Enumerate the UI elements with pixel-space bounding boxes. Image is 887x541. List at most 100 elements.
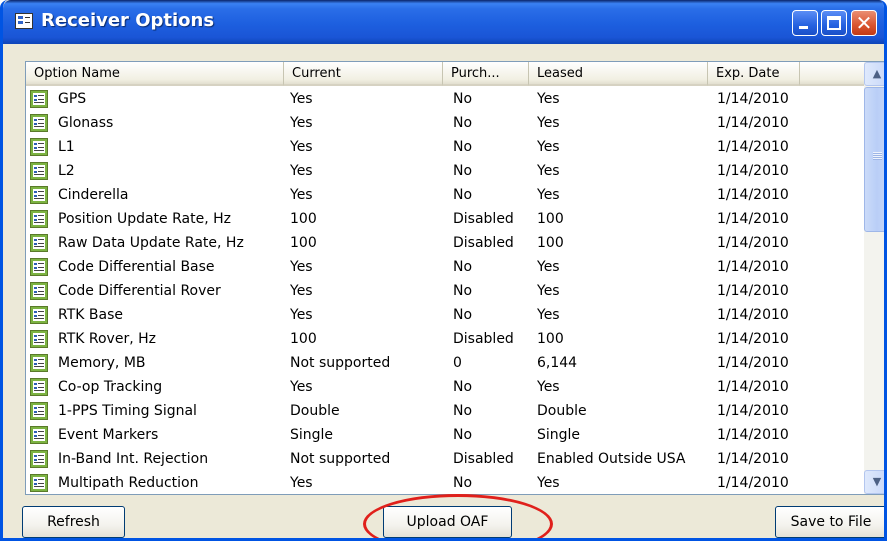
purchased-cell: Disabled [453,331,514,347]
current-cell: Not supported [290,355,391,371]
close-button[interactable]: ✕ [851,10,877,36]
table-row[interactable]: RTK Rover, Hz 100 Disabled 100 1/14/2010 [26,327,866,351]
refresh-button[interactable]: Refresh [22,506,125,538]
chevron-up-icon: ▲ [872,67,882,80]
option-icon [30,234,48,252]
current-cell: Yes [290,475,313,491]
leased-cell: Yes [537,307,560,323]
maximize-button[interactable] [821,10,847,36]
option-name-cell: Code Differential Rover [58,283,221,299]
exp-date-cell: 1/14/2010 [717,403,789,419]
current-cell: Yes [290,379,313,395]
save-to-file-button[interactable]: Save to File [775,506,884,538]
current-cell: 100 [290,211,317,227]
option-name-cell: Multipath Reduction [58,475,199,491]
highlight-circle [363,494,553,538]
leased-cell: Yes [537,187,560,203]
leased-cell: Yes [537,475,560,491]
purchased-cell: No [453,403,473,419]
exp-date-cell: 1/14/2010 [717,139,789,155]
window-title: Receiver Options [41,10,215,31]
exp-date-cell: 1/14/2010 [717,187,789,203]
table-row[interactable]: 1-PPS Timing Signal Double No Double 1/14/20… [26,399,866,423]
column-header-current[interactable]: Current [284,62,443,86]
table-row[interactable]: Multipath Reduction Yes No Yes 1/14/2010 [26,471,866,494]
current-cell: Yes [290,259,313,275]
column-header-exp-date[interactable]: Exp. Date [708,62,800,86]
table-row[interactable]: Position Update Rate, Hz 100 Disabled 100 1/… [26,207,866,231]
table-row[interactable]: Co-op Tracking Yes No Yes 1/14/2010 [26,375,866,399]
current-cell: Yes [290,91,313,107]
purchased-cell: No [453,115,473,131]
current-cell: Yes [290,139,313,155]
current-cell: Yes [290,187,313,203]
table-row[interactable]: Memory, MB Not supported 0 6,144 1/14/2010 [26,351,866,375]
exp-date-cell: 1/14/2010 [717,211,789,227]
exp-date-cell: 1/14/2010 [717,355,789,371]
option-name-cell: Event Markers [58,427,159,443]
option-icon [30,162,48,180]
option-icon [30,378,48,396]
exp-date-cell: 1/14/2010 [717,451,789,467]
minimize-button[interactable] [792,10,818,36]
leased-cell: 100 [537,235,564,251]
exp-date-cell: 1/14/2010 [717,115,789,131]
leased-cell: Yes [537,91,560,107]
leased-cell: Single [537,427,581,443]
exp-date-cell: 1/14/2010 [717,379,789,395]
table-row[interactable]: Event Markers Single No Single 1/14/2010 [26,423,866,447]
option-icon [30,258,48,276]
table-row[interactable]: L2 Yes No Yes 1/14/2010 [26,159,866,183]
current-cell: Yes [290,307,313,323]
purchased-cell: No [453,187,473,203]
purchased-cell: 0 [453,355,462,371]
current-cell: Double [290,403,340,419]
option-name-cell: L1 [58,139,75,155]
scroll-thumb[interactable] [864,87,884,232]
option-icon [30,210,48,228]
table-row[interactable]: Code Differential Base Yes No Yes 1/14/2010 [26,255,866,279]
list-header: Option Name Current Purch... Leased Exp.… [26,62,866,86]
purchased-cell: No [453,379,473,395]
option-icon [30,186,48,204]
exp-date-cell: 1/14/2010 [717,331,789,347]
current-cell: 100 [290,331,317,347]
current-cell: 100 [290,235,317,251]
table-row[interactable]: In-Band Int. Rejection Not supported Disab… [26,447,866,471]
leased-cell: 100 [537,331,564,347]
table-row[interactable]: Glonass Yes No Yes 1/14/2010 [26,111,866,135]
scroll-up-button[interactable]: ▲ [864,62,884,86]
table-row[interactable]: GPS Yes No Yes 1/14/2010 [26,87,866,111]
maximize-icon [827,16,841,30]
current-cell: Yes [290,163,313,179]
purchased-cell: No [453,475,473,491]
table-row[interactable]: Raw Data Update Rate, Hz 100 Disabled 100 1/… [26,231,866,255]
table-row[interactable]: Cinderella Yes No Yes 1/14/2010 [26,183,866,207]
table-row[interactable]: RTK Base Yes No Yes 1/14/2010 [26,303,866,327]
vertical-scrollbar[interactable]: ▲ ▼ [864,62,884,494]
purchased-cell: No [453,283,473,299]
table-row[interactable]: Code Differential Rover Yes No Yes 1/14/2010 [26,279,866,303]
column-header-option-name[interactable]: Option Name [26,62,284,86]
option-name-cell: RTK Base [58,307,123,323]
option-name-cell: Glonass [58,115,114,131]
option-icon [30,306,48,324]
column-header-leased[interactable]: Leased [529,62,708,86]
leased-cell: Yes [537,259,560,275]
title-bar[interactable]: Receiver Options ✕ [3,0,884,44]
option-icon [30,474,48,492]
options-list[interactable]: Option Name Current Purch... Leased Exp.… [25,61,884,495]
column-header-purchased[interactable]: Purch... [443,62,529,86]
scroll-down-button[interactable]: ▼ [864,470,884,494]
receiver-options-window: Receiver Options ✕ Option Name Current P… [0,0,887,541]
leased-cell: Yes [537,139,560,155]
option-name-cell: GPS [58,91,87,107]
table-row[interactable]: L1 Yes No Yes 1/14/2010 [26,135,866,159]
purchased-cell: No [453,427,473,443]
current-cell: Single [290,427,334,443]
option-icon [30,90,48,108]
purchased-cell: Disabled [453,211,514,227]
leased-cell: 6,144 [537,355,578,371]
option-icon [30,282,48,300]
leased-cell: 100 [537,211,564,227]
